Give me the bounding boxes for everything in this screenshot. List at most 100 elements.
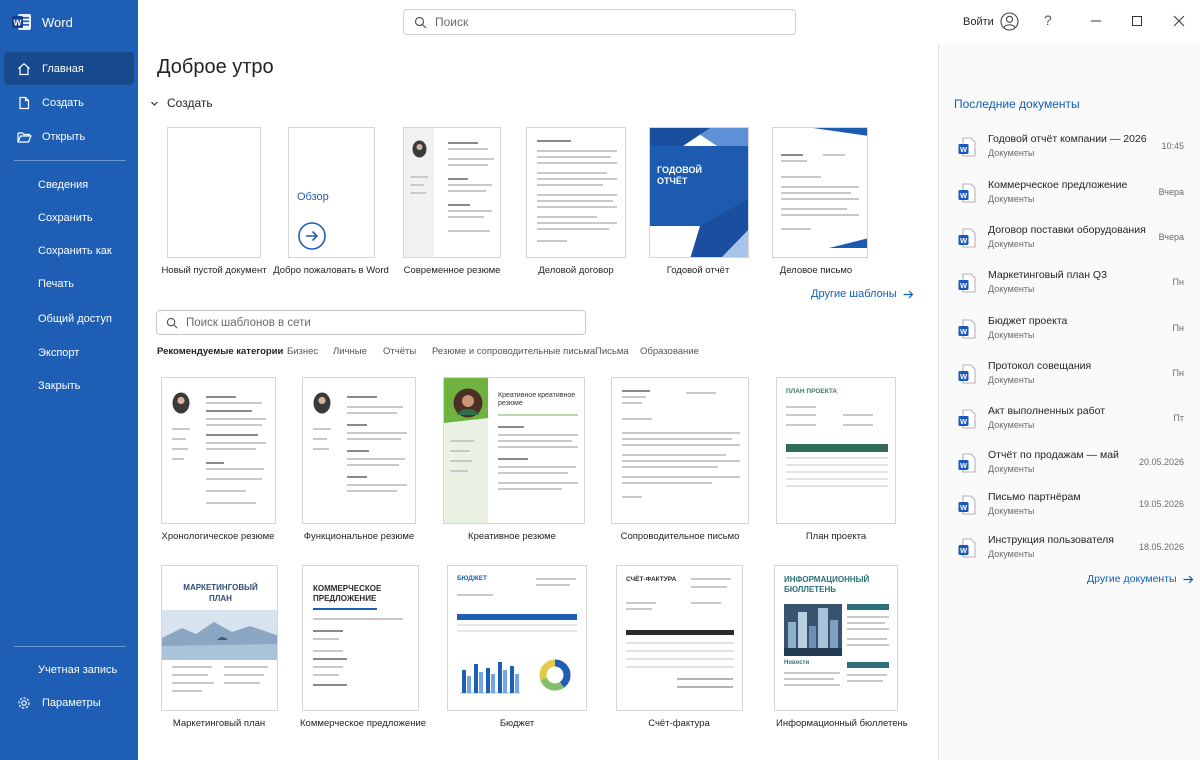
svg-text:W: W (960, 417, 968, 426)
thumb-line (786, 414, 816, 416)
nav-new-label: Создать (42, 96, 84, 109)
account-avatar-icon[interactable] (1000, 12, 1019, 31)
help-button[interactable]: ? (1044, 12, 1052, 28)
recent-document-row[interactable]: W Отчёт по продажам — май Документы 20.05.2… (954, 449, 1190, 485)
thumb-line (410, 192, 426, 194)
thumb-line (536, 578, 576, 580)
word-document-icon: W (958, 495, 976, 515)
recent-document-row[interactable]: W Годовой отчёт компании — 2026 Документы 1… (954, 133, 1190, 169)
thumb-line (677, 678, 733, 680)
recent-document-name: Инструкция пользователя (988, 534, 1114, 546)
nav-save[interactable]: Сохранить (38, 212, 93, 224)
template-label-cover-letter: Сопроводительное письмо (620, 531, 740, 542)
resume-photo-icon (313, 392, 331, 414)
template-newsletter[interactable]: ИНФОРМАЦИОННЫЙ БЮЛЛЕТЕНЬ Новости (774, 565, 898, 711)
template-creative-resume[interactable]: Креативное креативное резюме (443, 377, 585, 524)
thumb-line (847, 628, 889, 630)
word-document-icon: W (958, 137, 976, 157)
svg-text:W: W (960, 461, 968, 470)
thumb-line (206, 402, 262, 404)
template-commercial-proposal[interactable]: КОММЕРЧЕСКОЕ ПРЕДЛОЖЕНИЕ (302, 565, 419, 711)
template-search-input[interactable] (186, 316, 564, 329)
category-business[interactable]: Бизнес (287, 346, 318, 357)
nav-options[interactable]: Параметры (4, 686, 134, 719)
category-personal[interactable]: Личные (333, 346, 367, 357)
nav-save-as[interactable]: Сохранить как (38, 245, 112, 257)
thumb-line (206, 478, 262, 480)
nav-info[interactable]: Сведения (38, 179, 88, 191)
thumb-line (626, 650, 734, 652)
nav-share[interactable]: Общий доступ (38, 313, 112, 325)
close-icon[interactable] (1172, 14, 1186, 28)
thumb-line (622, 432, 740, 434)
arrow-right-circle-icon (298, 222, 326, 250)
template-budget[interactable]: БЮДЖЕТ (447, 565, 587, 711)
nav-print[interactable]: Печать (38, 278, 74, 290)
nav-open-label: Открыть (42, 130, 86, 143)
thumb-line (313, 674, 339, 676)
recent-document-row[interactable]: W Акт выполненных работ Документы Пт (954, 405, 1190, 441)
tile-annual-report[interactable]: ГОДОВОЙ ОТЧЁТ 2026 (649, 127, 749, 258)
category-letters[interactable]: Письма (595, 346, 629, 357)
recent-document-row[interactable]: W Бюджет проекта Документы Пн (954, 315, 1190, 351)
tile-label-letter: Деловое письмо (779, 265, 853, 276)
thumb-line (347, 412, 397, 414)
search-icon (166, 317, 178, 328)
thumb-line (448, 216, 484, 218)
recent-document-row[interactable]: W Коммерческое предложение Документы Вчера (954, 179, 1190, 215)
template-search-box[interactable] (156, 310, 586, 335)
thumb-line (622, 390, 650, 392)
thumb-line (843, 424, 873, 426)
maximize-icon[interactable] (1130, 14, 1144, 28)
tile-welcome[interactable]: Обзор (288, 127, 375, 258)
nav-close[interactable]: Закрыть (38, 380, 80, 392)
thumb-line (448, 230, 490, 232)
recent-document-row[interactable]: W Маркетинговый план Q3 Документы Пн (954, 269, 1190, 305)
category-recommended[interactable]: Рекомендуемые категории (157, 346, 283, 357)
nav-open[interactable]: Открыть (4, 120, 134, 153)
recent-document-row[interactable]: W Письмо партнёрам Документы 19.05.2026 (954, 491, 1190, 527)
template-label-marketing-plan: Маркетинговый план (172, 718, 266, 729)
sign-in-link[interactable]: Войти (963, 16, 994, 28)
thumb-line (781, 228, 811, 230)
recent-document-location: Документы (988, 549, 1035, 559)
nav-new[interactable]: Создать (4, 86, 134, 119)
svg-text:W: W (960, 281, 968, 290)
more-templates-link[interactable]: Другие шаблоны (811, 288, 914, 300)
search-box[interactable] (403, 9, 796, 35)
template-invoice[interactable]: СЧЁТ-ФАКТУРА (616, 565, 743, 711)
tile-business-letter[interactable] (772, 127, 868, 258)
thumb-line (786, 471, 888, 473)
recent-document-time: Пт (1173, 413, 1184, 423)
thumb-line (784, 684, 840, 686)
recent-document-row[interactable]: W Договор поставки оборудования Документы В… (954, 224, 1190, 260)
category-resumes[interactable]: Резюме и сопроводительные письма (432, 346, 595, 357)
recent-document-row[interactable]: W Инструкция пользователя Документы 18.05.2… (954, 534, 1190, 570)
proposal-heading: КОММЕРЧЕСКОЕ ПРЕДЛОЖЕНИЕ (313, 584, 382, 603)
tile-blank-document[interactable] (167, 127, 261, 258)
template-project-plan[interactable]: ПЛАН ПРОЕКТА (776, 377, 896, 524)
template-label-creative: Креативное резюме (468, 531, 556, 542)
tile-business-contract[interactable] (526, 127, 626, 258)
project-plan-heading: ПЛАН ПРОЕКТА (786, 388, 838, 395)
nav-export[interactable]: Экспорт (38, 347, 79, 359)
nav-account[interactable]: Учетная запись (38, 664, 117, 676)
template-functional-resume[interactable] (302, 377, 416, 524)
svg-text:W: W (960, 236, 968, 245)
nav-home[interactable]: Главная (4, 52, 134, 85)
minimize-icon[interactable] (1089, 14, 1103, 28)
tile-modern-resume[interactable] (403, 127, 501, 258)
more-documents-link[interactable]: Другие документы (1087, 573, 1194, 585)
create-section-toggle[interactable]: Создать (150, 96, 213, 110)
thumb-line (626, 658, 734, 660)
template-cover-letter[interactable] (611, 377, 749, 524)
thumb-line (537, 222, 617, 224)
template-chronological-resume[interactable] (161, 377, 276, 524)
category-education[interactable]: Образование (640, 346, 699, 357)
recent-document-row[interactable]: W Протокол совещания Документы Пн (954, 360, 1190, 396)
search-input[interactable] (435, 15, 778, 29)
thumb-line (823, 154, 845, 156)
category-reports[interactable]: Отчёты (383, 346, 416, 357)
thumb-line (537, 194, 617, 196)
template-marketing-plan[interactable]: МАРКЕТИНГОВЫЙ ПЛАН (161, 565, 278, 711)
